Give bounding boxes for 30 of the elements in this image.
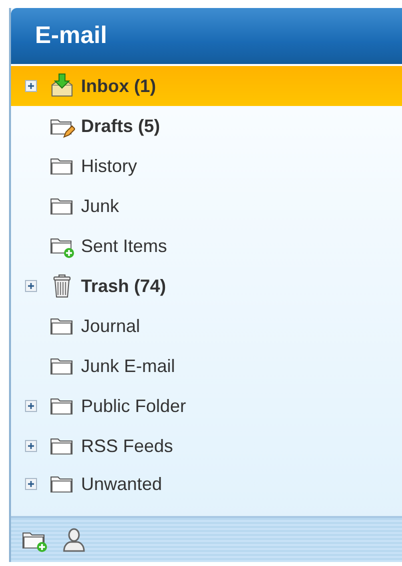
folder-item[interactable]: Sent Items <box>11 226 402 266</box>
folder-label: Drafts (5) <box>81 116 160 136</box>
folder-item[interactable]: Unwanted <box>11 466 402 502</box>
folder-item[interactable]: RSS Feeds <box>11 426 402 466</box>
folder-label: Unwanted <box>81 474 162 494</box>
folder-label: Trash (74) <box>81 276 166 296</box>
folder-item[interactable]: Junk <box>11 186 402 226</box>
folder-item[interactable]: Trash (74) <box>11 266 402 306</box>
folder-item[interactable]: Public Folder <box>11 386 402 426</box>
folder-item[interactable]: Junk E-mail <box>11 346 402 386</box>
folder-label: RSS Feeds <box>81 436 174 456</box>
expand-icon[interactable] <box>25 280 37 292</box>
expand-icon[interactable] <box>25 478 37 490</box>
user-icon[interactable] <box>61 527 87 553</box>
folder-label: Journal <box>81 316 140 336</box>
expand-icon[interactable] <box>25 400 37 412</box>
folder-item[interactable]: Journal <box>11 306 402 346</box>
folder-item[interactable]: Drafts (5) <box>11 106 402 146</box>
inbox-icon <box>49 73 75 99</box>
folder-item[interactable]: Inbox (1) <box>11 66 402 106</box>
folder-label: Sent Items <box>81 236 168 256</box>
folder-label: Junk <box>81 196 120 216</box>
folder-item[interactable]: History <box>11 146 402 186</box>
panel-title: E-mail <box>35 22 108 50</box>
folder-label: Public Folder <box>81 396 186 416</box>
folder-label: Junk E-mail <box>81 356 176 376</box>
expand-icon[interactable] <box>25 80 37 92</box>
folder-label: Inbox (1) <box>81 76 156 96</box>
expand-icon[interactable] <box>25 440 37 452</box>
folder-label: History <box>81 156 138 176</box>
